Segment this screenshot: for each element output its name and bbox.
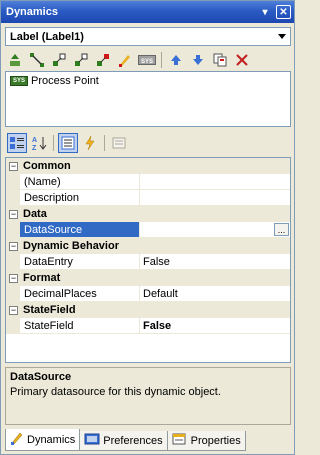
category-label: StateField xyxy=(23,304,76,316)
property-value[interactable]: Default xyxy=(140,286,290,301)
category-dynamic-behavior[interactable]: − Dynamic Behavior xyxy=(6,238,290,254)
property-name: (Name) xyxy=(20,174,140,189)
tab-label: Dynamics xyxy=(27,433,76,446)
delete-icon[interactable] xyxy=(232,50,252,70)
row-gutter xyxy=(6,174,20,189)
link-plus-icon[interactable] xyxy=(71,50,91,70)
property-name: StateField xyxy=(20,318,140,333)
category-label: Data xyxy=(23,208,47,220)
svg-text:A: A xyxy=(32,137,37,144)
property-value[interactable] xyxy=(140,174,290,189)
category-label: Dynamic Behavior xyxy=(23,240,119,252)
description-pane: DataSource Primary datasource for this d… xyxy=(5,367,291,425)
row-gutter xyxy=(6,254,20,269)
property-row-datasource[interactable]: DataSource ... xyxy=(6,222,290,238)
category-label: Format xyxy=(23,272,61,284)
category-data[interactable]: − Data xyxy=(6,206,290,222)
property-row-statefield[interactable]: StateField False xyxy=(6,318,290,334)
dynamics-panel: Dynamics ▾ ✕ Label (Label1) SYS SYS Proc… xyxy=(0,0,295,455)
svg-text:Z: Z xyxy=(32,145,37,151)
add-dynamic-icon[interactable] xyxy=(5,50,25,70)
dynamics-tab-icon xyxy=(10,431,24,448)
copy-icon[interactable] xyxy=(210,50,230,70)
preferences-tab-icon xyxy=(84,432,100,449)
property-name: Description xyxy=(20,190,140,205)
toolbar-separator xyxy=(161,52,162,68)
row-gutter xyxy=(6,318,20,333)
property-value[interactable]: False xyxy=(140,254,290,269)
close-icon[interactable]: ✕ xyxy=(276,5,291,19)
property-row-name[interactable]: (Name) xyxy=(6,174,290,190)
property-value[interactable]: False xyxy=(140,318,290,333)
svg-text:SYS: SYS xyxy=(141,59,153,65)
collapse-icon[interactable]: − xyxy=(9,273,18,283)
object-selector-value: Label (Label1) xyxy=(10,30,84,43)
chevron-down-icon[interactable] xyxy=(274,28,290,45)
collapse-icon[interactable]: − xyxy=(9,161,18,171)
category-common[interactable]: − Common xyxy=(6,158,290,174)
bottom-tabs: Dynamics Preferences Properties xyxy=(5,429,291,451)
property-grid-toolbar: AZ xyxy=(5,131,291,155)
row-gutter xyxy=(6,222,20,237)
categorized-icon[interactable] xyxy=(7,133,27,153)
property-row-description[interactable]: Description xyxy=(6,190,290,206)
pin-dropdown-icon[interactable]: ▾ xyxy=(257,5,273,19)
move-up-icon[interactable] xyxy=(166,50,186,70)
alphabetical-icon[interactable]: AZ xyxy=(29,133,49,153)
events-lightning-icon[interactable] xyxy=(80,133,100,153)
color-pen-icon[interactable] xyxy=(115,50,135,70)
property-pages-icon[interactable] xyxy=(109,133,129,153)
collapse-icon[interactable]: − xyxy=(9,209,18,219)
tab-preferences[interactable]: Preferences xyxy=(79,431,168,451)
toolbar-separator xyxy=(104,135,105,151)
list-item[interactable]: SYS Process Point xyxy=(6,72,290,89)
ellipsis-button[interactable]: ... xyxy=(274,223,289,236)
property-name: DecimalPlaces xyxy=(20,286,140,301)
connect-icon[interactable] xyxy=(27,50,47,70)
category-label: Common xyxy=(23,160,71,172)
dynamics-list: SYS Process Point xyxy=(5,71,291,127)
dynamics-toolbar: SYS xyxy=(5,49,291,71)
sys-icon: SYS xyxy=(10,75,28,86)
tab-label: Preferences xyxy=(103,434,163,447)
collapse-icon[interactable]: − xyxy=(9,305,18,315)
properties-tab-icon xyxy=(172,432,188,449)
sys-tag-icon[interactable]: SYS xyxy=(137,50,157,70)
tab-dynamics[interactable]: Dynamics xyxy=(5,429,81,451)
property-row-decimalplaces[interactable]: DecimalPlaces Default xyxy=(6,286,290,302)
move-down-icon[interactable] xyxy=(188,50,208,70)
toolbar-separator xyxy=(53,135,54,151)
description-title: DataSource xyxy=(10,371,72,383)
window-title: Dynamics xyxy=(6,6,58,18)
list-item-label: Process Point xyxy=(31,74,99,87)
property-value[interactable] xyxy=(140,190,290,205)
property-name: DataSource xyxy=(20,222,140,237)
category-format[interactable]: − Format xyxy=(6,270,290,286)
tab-label: Properties xyxy=(190,434,241,447)
category-statefield[interactable]: − StateField xyxy=(6,302,290,318)
properties-view-icon[interactable] xyxy=(58,133,78,153)
link-square-icon[interactable] xyxy=(49,50,69,70)
property-name: DataEntry xyxy=(20,254,140,269)
link-red-icon[interactable] xyxy=(93,50,113,70)
property-grid: − Common (Name) Description − Data DataS… xyxy=(5,157,291,363)
object-selector-combo[interactable]: Label (Label1) xyxy=(5,27,291,46)
property-row-dataentry[interactable]: DataEntry False xyxy=(6,254,290,270)
property-value[interactable]: ... xyxy=(140,222,290,237)
row-gutter xyxy=(6,286,20,301)
description-text: Primary datasource for this dynamic obje… xyxy=(10,386,221,398)
row-gutter xyxy=(6,190,20,205)
collapse-icon[interactable]: − xyxy=(9,241,18,251)
title-bar: Dynamics ▾ ✕ xyxy=(1,1,294,23)
tab-properties[interactable]: Properties xyxy=(166,431,246,451)
